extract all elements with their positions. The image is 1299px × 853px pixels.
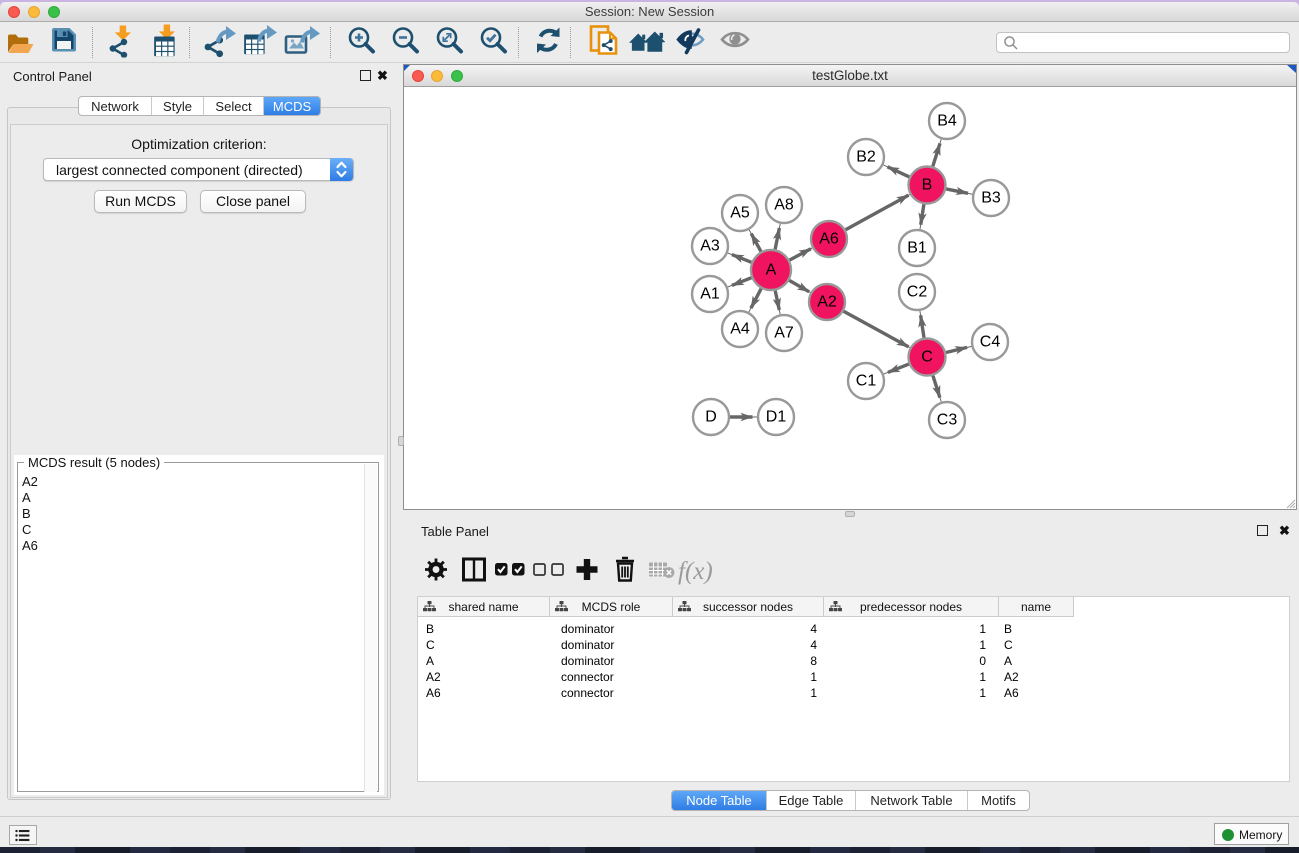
svg-text:A: A bbox=[766, 262, 777, 279]
svg-text:A1: A1 bbox=[700, 286, 720, 303]
svg-text:A2: A2 bbox=[817, 294, 837, 311]
svg-text:C1: C1 bbox=[856, 373, 877, 390]
svg-text:B2: B2 bbox=[856, 149, 876, 166]
svg-text:A6: A6 bbox=[819, 231, 839, 248]
svg-text:C2: C2 bbox=[907, 284, 928, 301]
svg-text:D1: D1 bbox=[766, 409, 787, 426]
svg-text:D: D bbox=[705, 409, 717, 426]
svg-text:B3: B3 bbox=[981, 190, 1001, 207]
svg-text:A5: A5 bbox=[730, 205, 750, 222]
svg-text:C4: C4 bbox=[980, 334, 1001, 351]
svg-text:B1: B1 bbox=[907, 240, 927, 257]
svg-text:C3: C3 bbox=[937, 412, 958, 429]
svg-text:A4: A4 bbox=[730, 321, 750, 338]
svg-text:B: B bbox=[922, 177, 933, 194]
svg-text:A3: A3 bbox=[700, 238, 720, 255]
svg-text:A7: A7 bbox=[774, 325, 794, 342]
svg-text:A8: A8 bbox=[774, 197, 794, 214]
svg-text:C: C bbox=[921, 349, 933, 366]
svg-text:B4: B4 bbox=[937, 113, 957, 130]
